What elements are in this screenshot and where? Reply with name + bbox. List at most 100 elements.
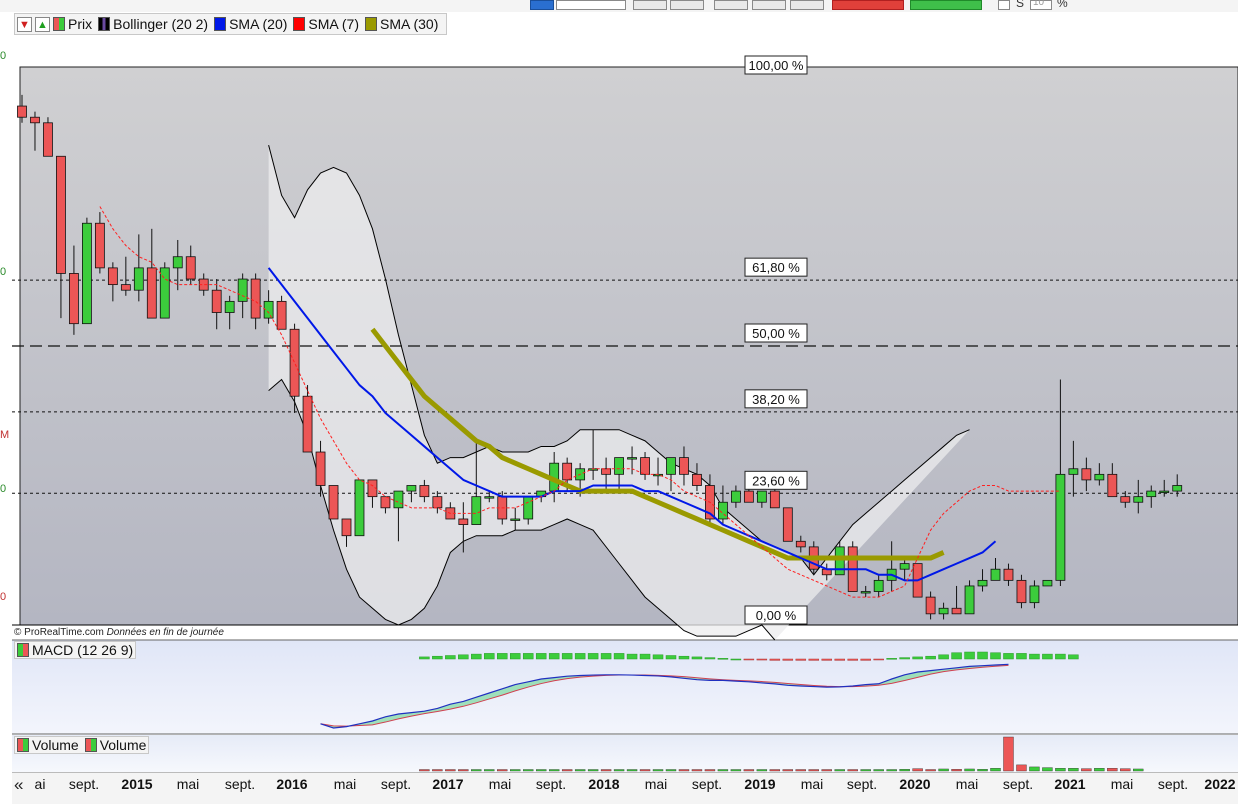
credit-site: © ProRealTime.com <box>14 627 104 638</box>
volume-bar <box>743 769 755 772</box>
macd-legend[interactable]: MACD (12 26 9) <box>14 641 137 659</box>
legend-item-bollinger[interactable]: Bollinger (20 2) <box>98 16 208 32</box>
macd-histogram-bar <box>1042 653 1053 660</box>
volume-bar <box>704 769 716 772</box>
volume-bar <box>964 768 975 772</box>
volume-icon <box>17 738 29 752</box>
macd-histogram-bar <box>821 658 833 661</box>
volume-bar <box>847 769 858 772</box>
macd-histogram-bar <box>1016 653 1027 660</box>
scroll-left-icon[interactable]: « <box>14 775 23 795</box>
sma-icon <box>365 17 377 31</box>
candle <box>315 451 326 486</box>
volume-bar <box>977 769 988 772</box>
candle <box>627 457 637 460</box>
candle <box>718 501 728 520</box>
candle <box>1081 468 1092 481</box>
volume-bar <box>925 769 936 772</box>
macd-histogram-bar <box>458 654 469 660</box>
candle <box>1133 496 1144 503</box>
legend-item-sma20[interactable]: SMA (20) <box>214 16 287 32</box>
candle <box>640 457 650 475</box>
candle <box>601 468 611 475</box>
volume-legend[interactable]: Volume Volume <box>14 736 150 754</box>
candle <box>94 222 105 269</box>
macd-histogram-bar <box>769 658 781 661</box>
macd-histogram-bar <box>497 653 508 660</box>
macd-histogram-bar <box>613 653 625 660</box>
macd-histogram-bar <box>808 658 820 661</box>
volume-pane-bg <box>12 735 1238 772</box>
candle <box>354 479 365 537</box>
price-chart[interactable]: 100,00 % 61,80 % 50,00 % 38,20 % 23,60 % 0,00… <box>0 0 1238 803</box>
candle <box>614 457 624 475</box>
legend-item-prix[interactable]: Prix <box>53 16 92 32</box>
macd-histogram-bar <box>912 656 923 660</box>
candle <box>237 278 248 302</box>
candle <box>56 155 66 274</box>
volume-bar <box>691 769 703 772</box>
time-axis[interactable]: « ai sept. 2015 mai sept. 2016 mai sept. 2017 mai… <box>12 772 1238 804</box>
volume-bar <box>834 769 845 772</box>
candle <box>679 457 689 475</box>
candle <box>120 284 131 291</box>
volume-bar <box>445 769 456 772</box>
candle <box>458 518 469 525</box>
legend-item-sma7[interactable]: SMA (7) <box>293 16 359 32</box>
x-tick-label: sept. <box>1002 776 1034 792</box>
macd-histogram-bar <box>652 654 664 660</box>
candle <box>860 591 871 594</box>
macd-histogram-bar <box>704 657 716 660</box>
legend-item-sma30[interactable]: SMA (30) <box>365 16 438 32</box>
macd-icon <box>17 643 29 657</box>
legend-label: Bollinger (20 2) <box>113 16 209 32</box>
candle <box>146 267 157 319</box>
macd-histogram-bar <box>847 658 858 661</box>
macd-histogram-bar <box>548 653 560 660</box>
volume-bar <box>886 769 897 772</box>
x-tick-label: mai <box>1110 776 1134 792</box>
macd-histogram-bar <box>782 658 794 661</box>
candle <box>250 278 261 319</box>
volume-bar <box>574 769 586 772</box>
x-tick-label: 2022 <box>1204 776 1236 792</box>
arrow-up-icon[interactable]: ▲ <box>35 16 50 32</box>
candle <box>1172 485 1183 492</box>
volume-bar <box>730 769 742 772</box>
macd-histogram-bar <box>964 651 975 660</box>
candle <box>756 490 767 503</box>
candle <box>276 300 287 330</box>
candle <box>302 395 313 453</box>
volume-bar <box>1042 767 1053 772</box>
x-tick-label: sept. <box>1157 776 1189 792</box>
bollinger-icon <box>98 17 111 31</box>
candle <box>82 222 92 325</box>
x-tick-label: 2015 <box>121 776 153 792</box>
candle <box>69 273 79 325</box>
candle <box>172 256 183 269</box>
macd-histogram-bar <box>484 653 495 660</box>
candle <box>834 546 845 576</box>
data-credit: © ProRealTime.com Données en fin de jour… <box>14 627 224 638</box>
x-tick-label: ai <box>34 776 46 792</box>
arrow-down-icon[interactable]: ▼ <box>17 16 32 32</box>
candle <box>406 485 417 492</box>
macd-histogram-bar <box>419 656 430 660</box>
volume-bar <box>665 769 677 772</box>
macd-histogram-bar <box>678 655 690 660</box>
volume-bar <box>626 769 638 772</box>
price-legend: ▼ ▲ Prix Bollinger (20 2) SMA (20) SMA (… <box>14 13 448 35</box>
candle <box>1029 585 1040 604</box>
candle <box>782 507 793 542</box>
macd-histogram-bar <box>574 653 586 660</box>
candle <box>484 496 495 499</box>
macd-histogram-bar <box>1068 654 1079 660</box>
candle <box>1003 568 1014 581</box>
x-tick-label: mai <box>800 776 824 792</box>
macd-histogram-bar <box>587 653 599 660</box>
volume-bar <box>432 769 443 772</box>
volume-bar <box>808 769 819 772</box>
x-tick-label: sept. <box>535 776 567 792</box>
x-tick-label: sept. <box>68 776 100 792</box>
candle <box>731 490 741 503</box>
